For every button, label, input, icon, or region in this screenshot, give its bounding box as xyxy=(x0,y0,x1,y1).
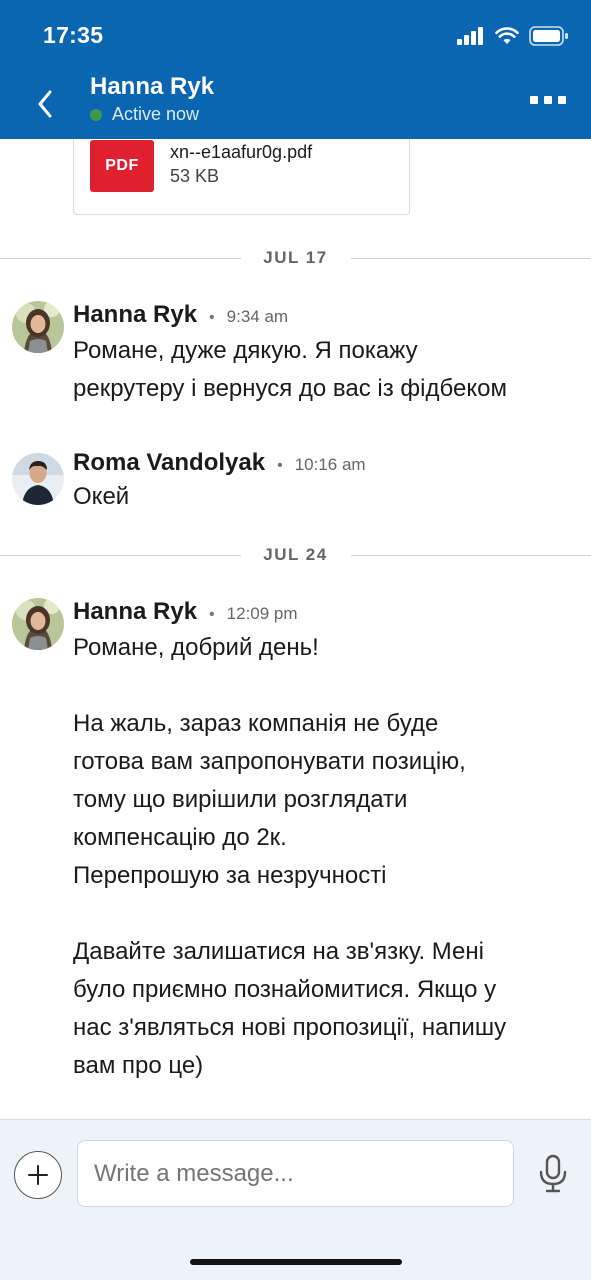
message-line: Романе, дуже дякую. Я покажу xyxy=(73,337,418,364)
message-line: Романе, добрий день! xyxy=(73,634,319,661)
presence-label: Active now xyxy=(112,104,200,124)
sender-name[interactable]: Hanna Ryk xyxy=(73,598,197,626)
home-indicator xyxy=(190,1259,402,1265)
presence-dot-icon xyxy=(90,108,102,121)
file-size: 53 KB xyxy=(170,166,220,186)
avatar[interactable] xyxy=(12,453,64,505)
message-line: Окей xyxy=(73,483,130,510)
signal-bars-icon xyxy=(457,27,483,45)
battery-icon xyxy=(529,26,568,46)
date-separator: JUL 24 xyxy=(0,543,591,567)
message-line: Перепрошую за незручності xyxy=(73,862,387,889)
message-input[interactable] xyxy=(77,1140,514,1207)
message-line: нас з'являться нові пропозиції, напишу xyxy=(73,1014,507,1041)
conversation-header: 17:35 Hanna Ryk Active now xyxy=(0,0,591,139)
message-time: 9:34 am xyxy=(226,307,289,326)
wifi-icon xyxy=(495,27,519,44)
file-attachment[interactable]: PDF xn--e1aafur0g.pdf 53 KB xyxy=(73,139,410,215)
message-text: Романе, дуже дякую. Я покажу рекрутеру і… xyxy=(73,332,573,408)
message-line xyxy=(73,895,573,933)
message-thread[interactable]: PDF xn--e1aafur0g.pdf 53 KB JUL 17 Hanna… xyxy=(0,139,591,1119)
message-time: 12:09 pm xyxy=(226,604,298,623)
sender-name[interactable]: Roma Vandolyak xyxy=(73,449,265,477)
status-icons xyxy=(457,26,569,46)
avatar[interactable] xyxy=(12,598,64,650)
more-dots-icon[interactable] xyxy=(530,96,566,104)
message-line: було приємно познайомитися. Якщо у xyxy=(73,976,497,1003)
separator-dot: • xyxy=(209,309,215,326)
microphone-icon[interactable] xyxy=(537,1154,569,1194)
avatar[interactable] xyxy=(12,301,64,353)
date-label: JUL 24 xyxy=(263,545,328,564)
file-name: xn--e1aafur0g.pdf xyxy=(170,142,313,162)
message-line: рекрутеру і вернуся до вас із фідбеком xyxy=(73,375,507,402)
presence-status: Active now xyxy=(90,104,199,125)
separator-dot: • xyxy=(277,457,283,474)
message-line: На жаль, зараз компанія не буде xyxy=(73,710,439,737)
message-line: тому що вирішили розглядати xyxy=(73,786,408,813)
message-composer xyxy=(0,1119,591,1280)
message-line xyxy=(73,667,573,705)
date-separator: JUL 17 xyxy=(0,246,591,270)
date-label: JUL 17 xyxy=(263,248,328,267)
message-line: готова вам запропонувати позицію, xyxy=(73,748,466,775)
message-line: вам про це) xyxy=(73,1052,204,1079)
chevron-left-icon[interactable] xyxy=(30,82,60,126)
sender-name[interactable]: Hanna Ryk xyxy=(73,301,197,329)
status-time: 17:35 xyxy=(43,22,104,48)
message-time: 10:16 am xyxy=(294,455,366,474)
message-text: Романе, добрий день! На жаль, зараз комп… xyxy=(73,629,573,1085)
separator-dot: • xyxy=(209,606,215,623)
contact-name[interactable]: Hanna Ryk xyxy=(90,73,214,101)
message-line: компенсацію до 2к. xyxy=(73,824,287,851)
message-line: Давайте залишатися на зв'язку. Мені xyxy=(73,938,484,965)
message-text: Окей xyxy=(73,478,573,516)
pdf-file-icon: PDF xyxy=(90,140,154,192)
plus-icon[interactable] xyxy=(14,1151,62,1199)
